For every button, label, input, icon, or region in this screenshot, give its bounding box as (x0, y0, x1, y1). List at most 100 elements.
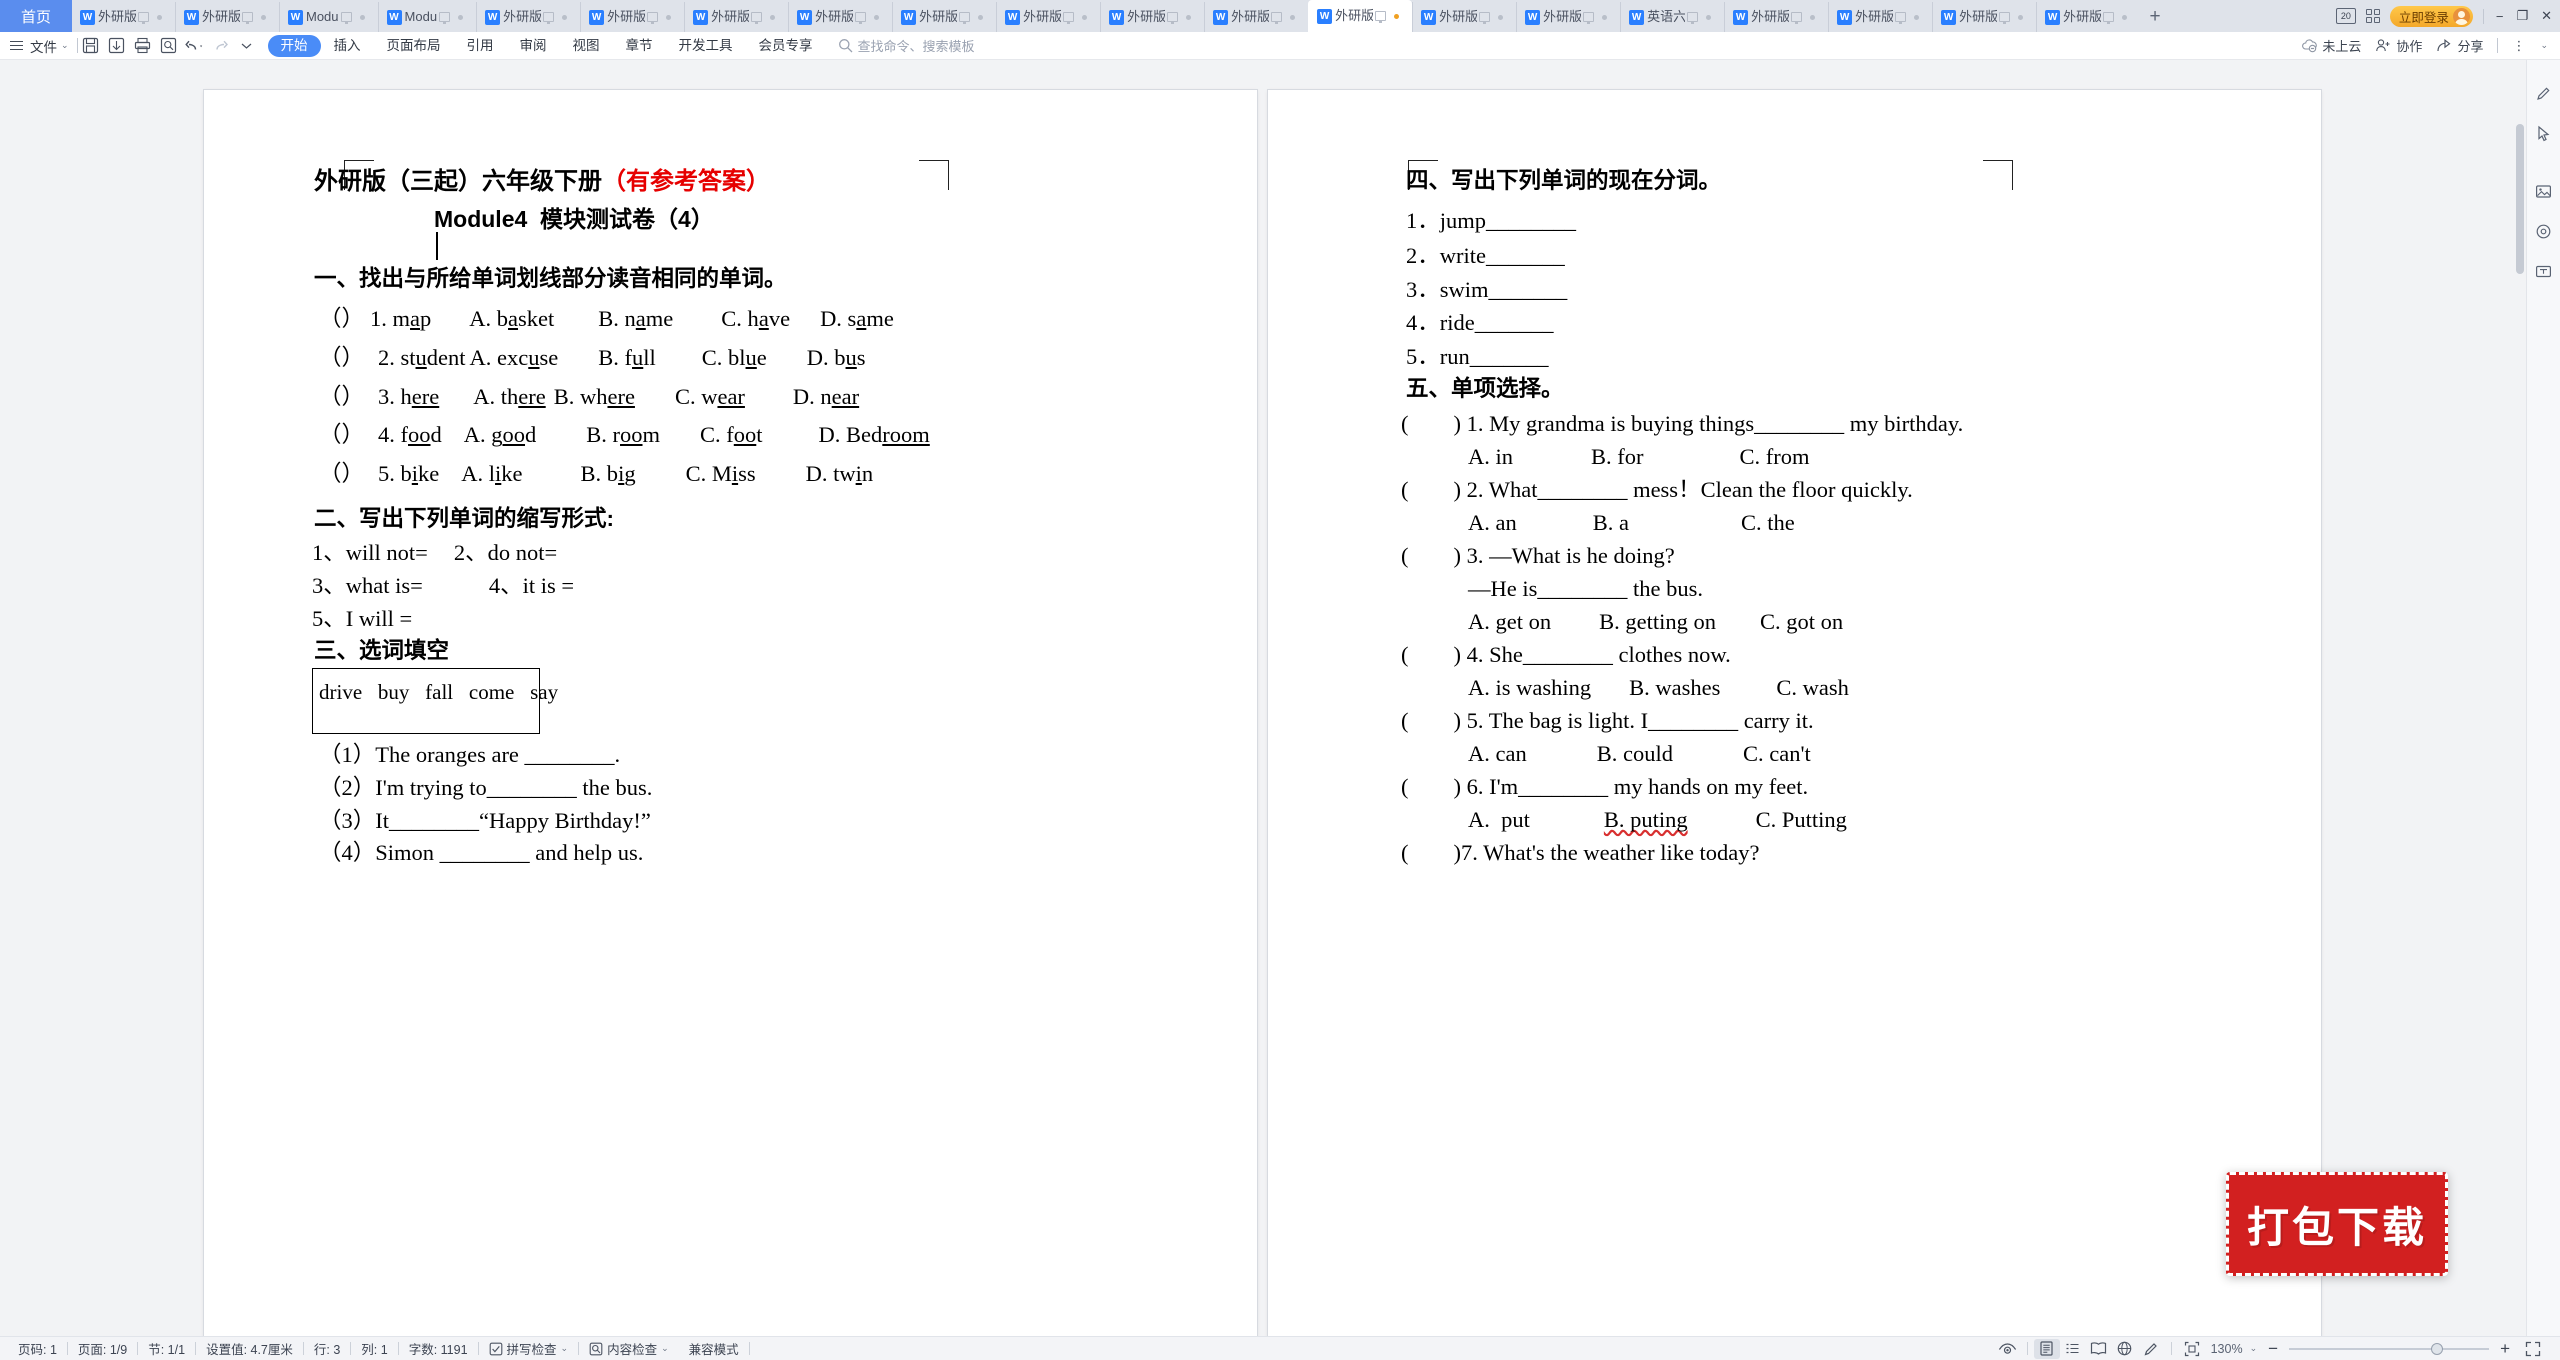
text-box-icon[interactable] (2533, 260, 2555, 282)
web-view-icon[interactable] (2112, 1339, 2138, 1359)
document-tab[interactable]: W 外研版 (1204, 2, 1308, 32)
home-tab[interactable]: 首页 (0, 0, 72, 32)
status-page-of[interactable]: 页面: 1/9 (68, 1339, 137, 1358)
document-tab[interactable]: W 外研版 (892, 2, 996, 32)
tab-close-dot-icon[interactable] (2122, 14, 2128, 20)
document-tab[interactable]: W 外研版 (1724, 2, 1828, 32)
document-tab[interactable]: W 外研版 (175, 2, 279, 32)
undo-icon[interactable] (182, 35, 208, 57)
tab-close-dot-icon[interactable] (1914, 14, 1920, 20)
print-icon[interactable] (130, 35, 156, 57)
page-right[interactable]: 四、写出下列单词的现在分词。 1．jump________ 2．write___… (1268, 90, 2321, 1336)
ribbon-tab[interactable]: 会员专享 (746, 35, 826, 57)
tab-close-dot-icon[interactable] (1394, 13, 1400, 19)
document-tab[interactable]: W 外研版 (1308, 0, 1413, 32)
ribbon-tab[interactable]: 页面布局 (374, 35, 454, 57)
document-tab[interactable]: W 外研版 (2036, 2, 2140, 32)
tab-close-dot-icon[interactable] (1706, 14, 1712, 20)
document-tab[interactable]: W 外研版 (1412, 2, 1516, 32)
vertical-scrollbar[interactable] (2514, 120, 2526, 1336)
scrollbar-thumb[interactable] (2516, 124, 2524, 274)
status-contentcheck[interactable]: 内容检查 ⌄ (579, 1339, 679, 1358)
status-row[interactable]: 行: 3 (304, 1339, 350, 1358)
ribbon-tab[interactable]: 插入 (321, 35, 374, 57)
page-view-icon[interactable] (2033, 1338, 2060, 1359)
document-workspace[interactable]: ▤ · 外研版（三起）六年级下册（有参考答案） Module4 模块测试卷（4）… (0, 60, 2560, 1336)
login-button[interactable]: 立即登录 (2389, 5, 2473, 27)
status-spellcheck[interactable]: 拼写检查 ⌄ (479, 1339, 579, 1358)
tab-close-dot-icon[interactable] (1602, 14, 1608, 20)
tab-close-dot-icon[interactable] (261, 14, 266, 20)
eye-icon[interactable] (1995, 1339, 2021, 1359)
pen-tool-icon[interactable] (2533, 82, 2555, 104)
ribbon-tab[interactable]: 审阅 (507, 35, 560, 57)
tab-close-dot-icon[interactable] (978, 14, 984, 20)
tab-close-dot-icon[interactable] (359, 14, 365, 20)
menu-icon[interactable] (10, 40, 23, 51)
zoom-level-label[interactable]: 130% (2211, 1342, 2243, 1356)
zoom-control[interactable]: 130% ⌄ − + (2205, 1339, 2520, 1359)
tab-close-dot-icon[interactable] (157, 14, 162, 20)
file-menu[interactable]: 文件 ⌄ (28, 36, 77, 56)
tab-close-dot-icon[interactable] (770, 14, 776, 20)
tab-grid-icon[interactable] (2365, 9, 2380, 23)
cursor-select-icon[interactable] (2533, 122, 2555, 144)
new-tab-button[interactable]: + (2140, 2, 2170, 32)
status-col[interactable]: 列: 1 (351, 1339, 397, 1358)
edit-pen-icon[interactable] (2138, 1339, 2164, 1359)
print-preview-icon[interactable] (156, 35, 182, 57)
document-tab[interactable]: W 外研版 (996, 2, 1100, 32)
document-tab[interactable]: W 外研版 (1932, 2, 2036, 32)
zoom-slider-knob[interactable] (2431, 1342, 2444, 1355)
zoom-out-button[interactable]: − (2264, 1339, 2282, 1359)
ribbon-tab[interactable]: 开始 (267, 34, 321, 57)
collaborate-button[interactable]: 协作 (2375, 36, 2422, 55)
tab-close-dot-icon[interactable] (2018, 14, 2024, 20)
document-tab[interactable]: W 外研版 (72, 2, 175, 32)
tab-close-dot-icon[interactable] (562, 14, 568, 20)
document-tab[interactable]: W 英语六 (1620, 2, 1724, 32)
share-button[interactable]: 分享 (2436, 36, 2483, 55)
ribbon-more-button[interactable]: ⋮ (2512, 38, 2526, 54)
document-tab[interactable]: W 外研版 (476, 2, 580, 32)
fit-page-icon[interactable] (2179, 1339, 2205, 1359)
customize-icon[interactable] (234, 35, 260, 57)
document-tab[interactable]: W 外研版 (1828, 2, 1932, 32)
status-page-number[interactable]: 页码: 1 (8, 1339, 67, 1358)
document-tab[interactable]: W 外研版 (580, 2, 684, 32)
download-stamp-watermark[interactable]: 打包下载 (2226, 1172, 2448, 1276)
tab-close-dot-icon[interactable] (458, 14, 464, 20)
save-as-icon[interactable] (104, 35, 130, 57)
ribbon-tab[interactable]: 开发工具 (666, 35, 746, 57)
document-tab[interactable]: W Modu (377, 2, 477, 32)
document-tab[interactable]: W 外研版 (1516, 2, 1620, 32)
page-left[interactable]: ▤ · 外研版（三起）六年级下册（有参考答案） Module4 模块测试卷（4）… (204, 90, 1257, 1336)
search-input[interactable]: 查找命令、搜索模板 (838, 36, 975, 55)
restore-button[interactable]: ❐ (2516, 8, 2528, 24)
tab-close-dot-icon[interactable] (1082, 14, 1088, 20)
tab-close-dot-icon[interactable] (874, 14, 880, 20)
zoom-in-button[interactable]: + (2496, 1339, 2514, 1359)
tab-close-dot-icon[interactable] (1810, 14, 1816, 20)
status-setting-value[interactable]: 设置值: 4.7厘米 (196, 1339, 303, 1358)
tab-close-dot-icon[interactable] (1186, 14, 1192, 20)
reading-view-icon[interactable] (2086, 1339, 2112, 1359)
save-icon[interactable] (78, 35, 104, 57)
status-word-count[interactable]: 字数: 1191 (399, 1339, 478, 1358)
ribbon-tab[interactable]: 章节 (613, 35, 666, 57)
tab-close-dot-icon[interactable] (666, 14, 672, 20)
status-section[interactable]: 节: 1/1 (138, 1339, 195, 1358)
fullscreen-icon[interactable] (2520, 1339, 2546, 1359)
document-tab[interactable]: W Modu (279, 2, 378, 32)
image-insert-icon[interactable] (2533, 180, 2555, 202)
tab-close-dot-icon[interactable] (1498, 14, 1504, 20)
minimize-button[interactable]: − (2496, 9, 2504, 24)
tab-close-dot-icon[interactable] (1290, 14, 1296, 20)
ribbon-tab[interactable]: 视图 (560, 35, 613, 57)
outline-view-icon[interactable] (2060, 1339, 2086, 1359)
status-compat-mode[interactable]: 兼容模式 (679, 1339, 749, 1358)
document-tab[interactable]: W 外研版 (788, 2, 892, 32)
cloud-status[interactable]: 未上云 (2301, 36, 2361, 55)
document-tab[interactable]: W 外研版 (1100, 2, 1204, 32)
zoom-slider-track[interactable] (2289, 1342, 2490, 1355)
